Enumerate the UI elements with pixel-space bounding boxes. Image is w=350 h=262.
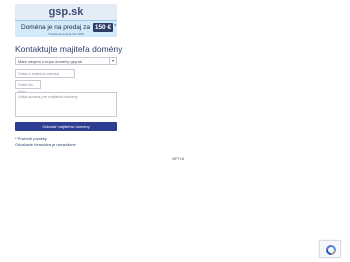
contact-heading: Kontaktujte majiteľa domény <box>15 44 123 54</box>
footer-text: WPFLB <box>172 157 185 161</box>
inquiry-select-value: Mám záujem o kúpu domény gsp.sk <box>18 59 83 64</box>
email-placeholder: Váša e-mailová adresa <box>18 71 59 76</box>
sale-text: Doména je na predaj za <box>21 24 91 31</box>
domain-title: gsp.sk <box>48 6 84 18</box>
message-field[interactable]: Váša správa pre majiteľa domény <box>15 92 117 117</box>
recaptcha-icon <box>326 245 336 255</box>
price-badge: 150 € <box>92 23 114 32</box>
sale-line: Doména je na predaj za 150 € * <box>21 23 116 32</box>
recaptcha-badge[interactable] <box>319 240 341 258</box>
price-note: *Uvedená cena je bez DPH <box>47 32 85 36</box>
submit-button[interactable]: Odoslať majiteľovi domény <box>15 122 117 131</box>
inquiry-select[interactable]: Mám záujem o kúpu domény gsp.sk ▾ <box>15 57 117 65</box>
email-field[interactable]: Váša e-mailová adresa <box>15 69 75 78</box>
price-asterisk: * <box>114 24 117 30</box>
nonbinding-note: Odoslanie formulára je nezáväzné <box>15 142 76 147</box>
message-placeholder: Váša správa pre majiteľa domény <box>18 94 78 99</box>
sale-banner: Doména je na predaj za 150 € * *Uvedená c… <box>15 20 117 37</box>
phone-field[interactable]: Váše tel. číslo <box>15 80 41 94</box>
required-fields-note: * Povinné položky <box>15 136 47 141</box>
chevron-down-icon[interactable]: ▾ <box>109 58 116 64</box>
